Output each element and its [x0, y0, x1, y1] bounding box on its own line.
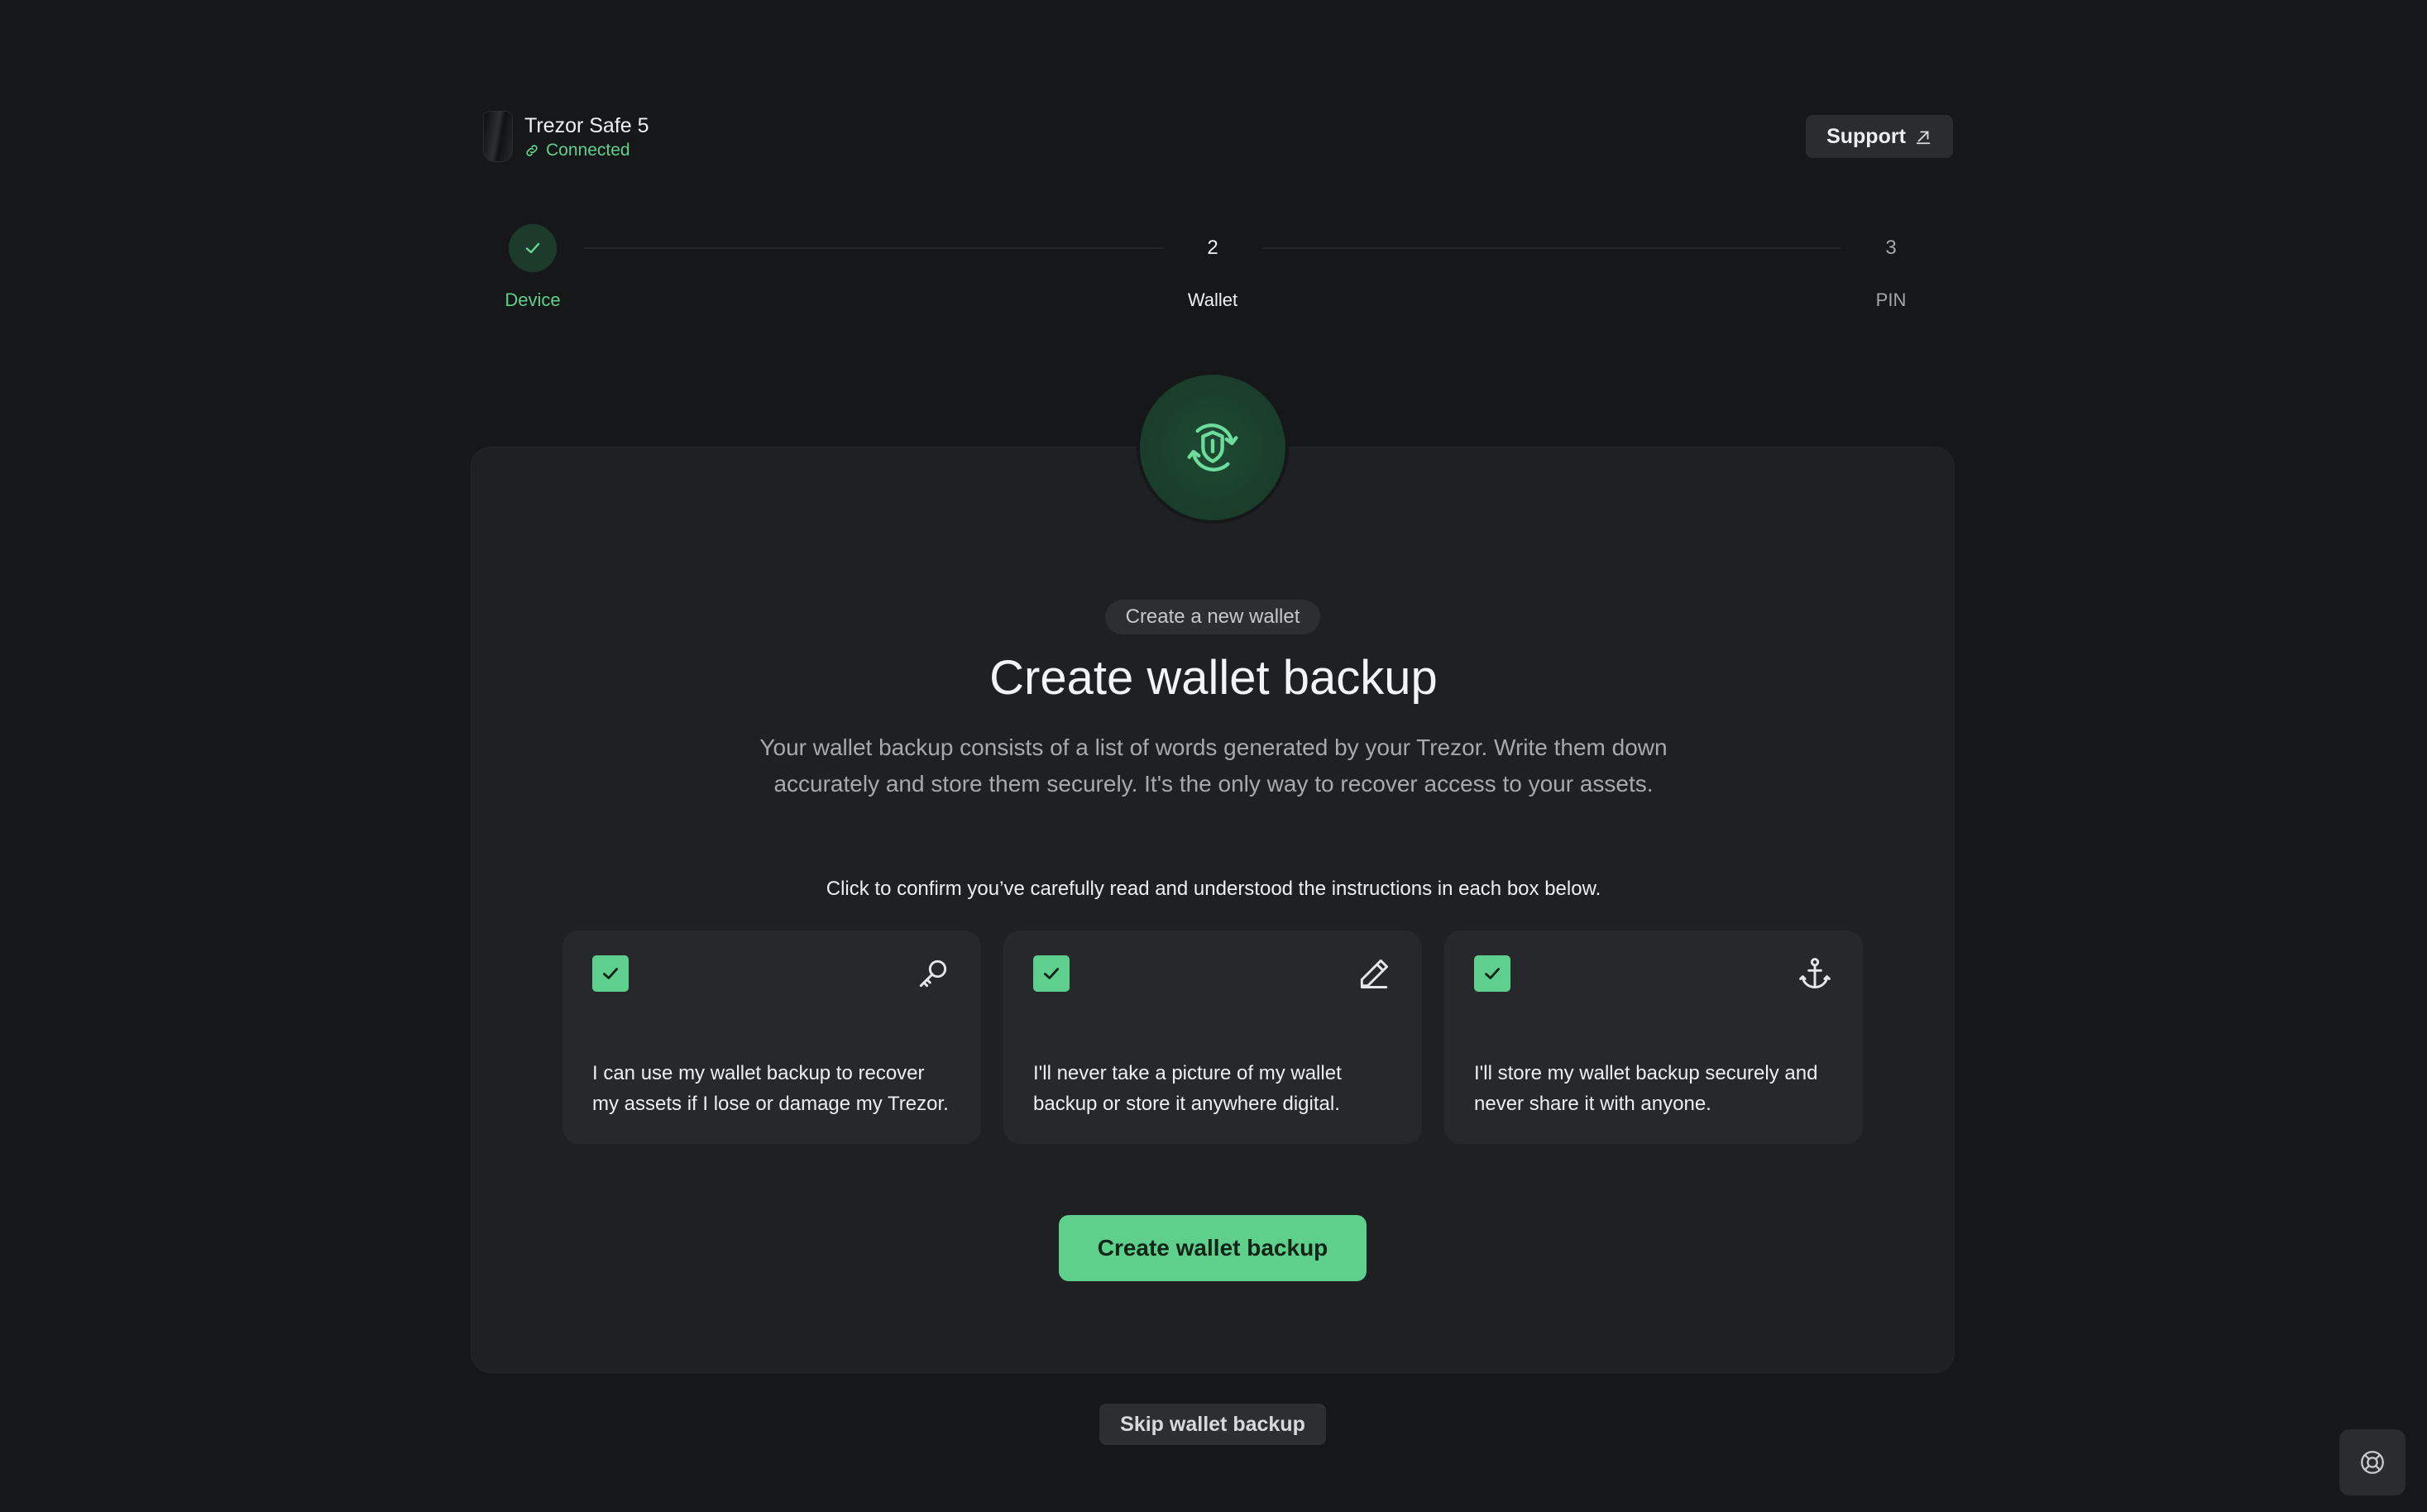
- check-icon: [603, 968, 618, 979]
- step-wallet-indicator: 2: [1207, 237, 1218, 259]
- step-wallet-label: Wallet: [1187, 289, 1238, 310]
- anchor-icon: [1799, 958, 1831, 988]
- key-icon: [919, 959, 947, 988]
- skip-wallet-backup-button[interactable]: Skip wallet backup: [1099, 1404, 1326, 1445]
- confirm-box-text: I can use my wallet backup to recover my…: [592, 1062, 949, 1115]
- pencil-icon: [1360, 959, 1389, 988]
- wallet-type-pill: Create a new wallet: [1105, 600, 1320, 634]
- create-wallet-backup-button[interactable]: Create wallet backup: [1059, 1215, 1367, 1281]
- page-title: Create wallet backup: [989, 651, 1438, 705]
- help-button[interactable]: [2339, 1429, 2405, 1495]
- check-icon: [1485, 968, 1500, 979]
- step-device-label: Device: [505, 289, 561, 310]
- confirm-box-text: I'll never take a picture of my wallet b…: [1033, 1062, 1342, 1115]
- check-icon: [525, 242, 540, 254]
- page-description: Your wallet backup consists of a list of…: [759, 734, 1668, 797]
- lifebuoy-icon: [2361, 1451, 2384, 1474]
- confirmation-instructions: Click to confirm you’ve carefully read a…: [826, 878, 1601, 900]
- step-pin-label: PIN: [1875, 289, 1907, 310]
- check-icon: [1044, 968, 1059, 979]
- confirmation-boxes: I can use my wallet backup to recover my…: [562, 931, 1863, 1144]
- confirm-box-store-securely[interactable]: I'll store my wallet backup securely and…: [1444, 931, 1863, 1144]
- hero-badge: [1140, 375, 1285, 520]
- stepper-connector: [584, 247, 1163, 249]
- checkbox-checked[interactable]: [1033, 955, 1070, 992]
- confirm-box-recover[interactable]: I can use my wallet backup to recover my…: [562, 931, 981, 1144]
- step-pin-indicator: 3: [1885, 237, 1897, 259]
- onboarding-stepper: Device 2 Wallet 3 PIN: [0, 0, 2427, 331]
- step-device-indicator: [509, 224, 557, 272]
- checkbox-checked[interactable]: [592, 955, 629, 992]
- stepper-connector: [1262, 247, 1841, 249]
- shield-recovery-icon: [1187, 423, 1238, 471]
- confirm-box-text: I'll store my wallet backup securely and…: [1474, 1062, 1818, 1115]
- checkbox-checked[interactable]: [1474, 955, 1510, 992]
- confirm-box-no-digital[interactable]: I'll never take a picture of my wallet b…: [1003, 931, 1422, 1144]
